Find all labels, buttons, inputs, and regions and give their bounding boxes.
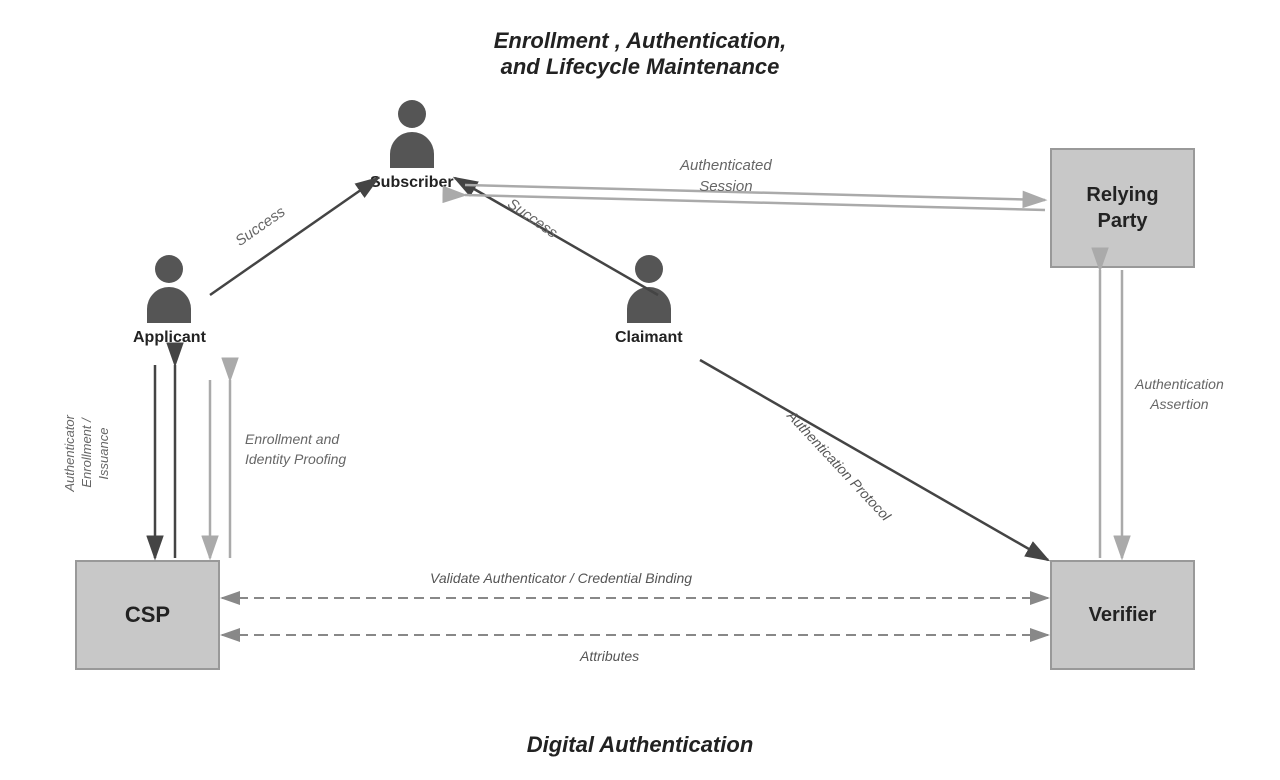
relying-party-box: RelyingParty [1050, 148, 1195, 268]
csp-box: CSP [75, 560, 220, 670]
diagram: Enrollment , Authentication, and Lifecyc… [0, 0, 1280, 780]
validate-authenticator-label: Validate Authenticator / Credential Bind… [430, 570, 692, 586]
applicant-person: Applicant [133, 255, 206, 347]
verifier-box: Verifier [1050, 560, 1195, 670]
subscriber-icon [382, 100, 442, 170]
attributes-label: Attributes [580, 648, 639, 664]
auth-protocol-label: Authentication Protocol [784, 408, 894, 524]
title-top: Enrollment , Authentication, and Lifecyc… [494, 28, 787, 80]
claimant-icon [619, 255, 679, 325]
authenticated-session-label: AuthenticatedSession [680, 155, 772, 197]
authenticator-enrollment-label: AuthenticatorEnrollment /Issuance [62, 415, 113, 492]
enrollment-identity-label: Enrollment andIdentity Proofing [245, 430, 346, 469]
success-applicant-label: Success [232, 203, 288, 249]
subscriber-person: Subscriber [370, 100, 454, 192]
success-claimant-label: Success [504, 195, 560, 241]
applicant-icon [139, 255, 199, 325]
auth-assertion-label: AuthenticationAssertion [1135, 375, 1224, 414]
claimant-person: Claimant [615, 255, 683, 347]
claimant-label: Claimant [615, 329, 683, 347]
subscriber-label: Subscriber [370, 174, 454, 192]
applicant-label: Applicant [133, 329, 206, 347]
title-bottom: Digital Authentication [527, 732, 754, 758]
